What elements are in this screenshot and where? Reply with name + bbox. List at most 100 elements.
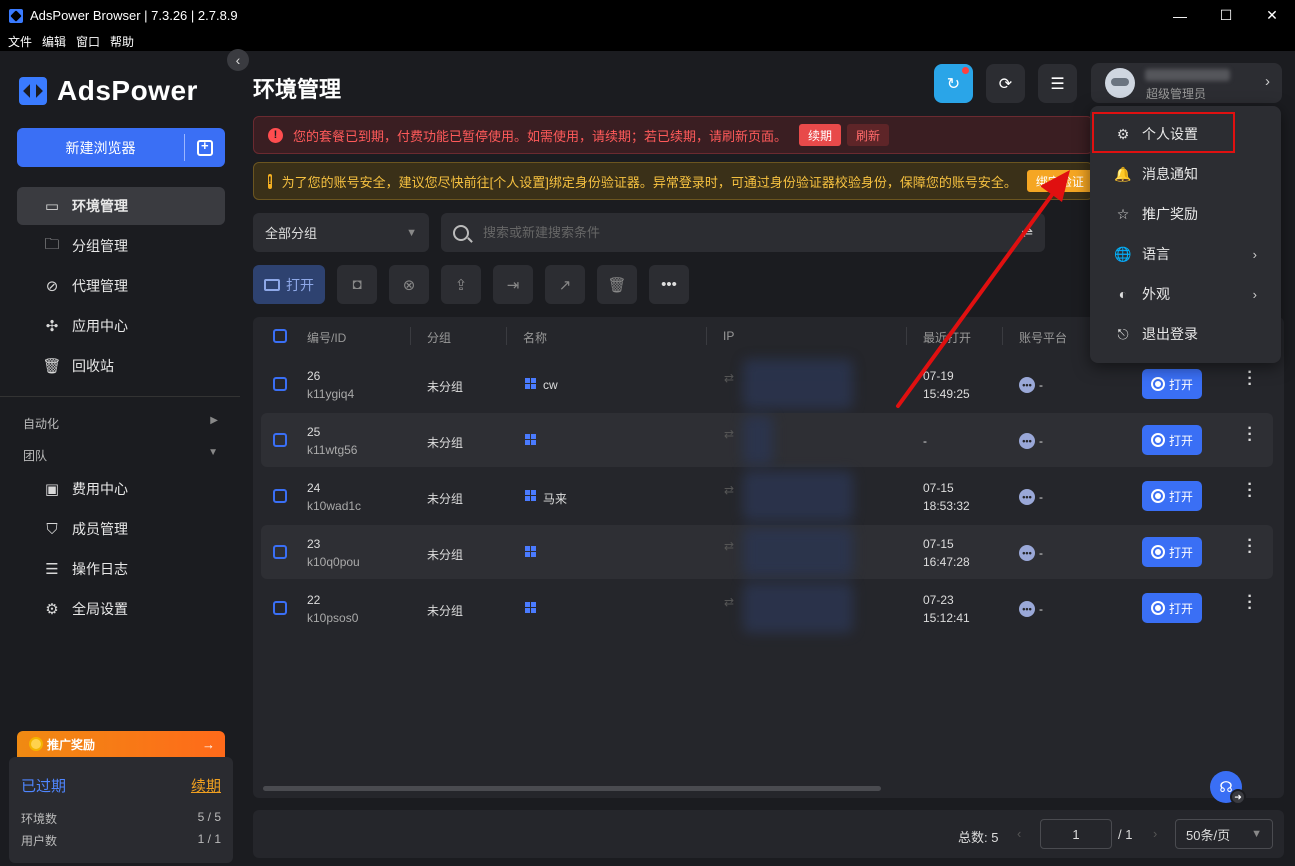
menu-edit[interactable]: 编辑 [42, 33, 66, 50]
export-button[interactable]: ⇪ [441, 265, 481, 304]
alert-refresh-button[interactable]: 刷新 [847, 124, 890, 146]
column-header-group[interactable]: 分组 [427, 329, 451, 346]
new-browser-button-group: 新建浏览器 [17, 128, 225, 167]
row-last-date: 07-23 [923, 593, 954, 607]
alert-renew-button[interactable]: 续期 [799, 124, 842, 146]
sidebar-item-proxy[interactable]: ⊘ 代理管理 [17, 267, 225, 305]
sidebar-section-automation[interactable]: 自动化 ▶ [23, 415, 218, 432]
open-browser-button[interactable]: 打开 [1142, 481, 1202, 511]
sidebar-item-groups[interactable]: 🗀 分组管理 [17, 227, 225, 265]
table-row[interactable]: 23 k10q0pou 未分组 ⇄ 07-15 16:47:28 ••• - 打… [261, 525, 1273, 579]
select-all-checkbox[interactable] [273, 329, 287, 343]
env-quota-label: 环境数 [21, 812, 58, 826]
batch-close-button[interactable]: ⊗ [389, 265, 429, 304]
open-browser-button[interactable]: 打开 [1142, 593, 1202, 623]
more-vertical-icon[interactable]: · · · [1245, 533, 1255, 561]
logout-icon: ⎋ [1117, 325, 1129, 342]
open-browser-button[interactable]: 打开 [1142, 537, 1202, 567]
platform-icon: ••• [1019, 377, 1035, 393]
task-list-button[interactable]: ☰ [1038, 64, 1077, 103]
row-platform: - [1039, 490, 1043, 504]
prev-page-button[interactable]: ‹ [1017, 826, 1021, 841]
annotation-highlight-box [1092, 112, 1235, 153]
row-checkbox[interactable] [273, 433, 287, 447]
table-row[interactable]: 24 k10wad1c 未分组 马来 ⇄ 07-15 18:53:32 ••• … [261, 469, 1273, 523]
sidebar-item-trash[interactable]: 🗑 回收站 [17, 347, 225, 385]
horizontal-scrollbar[interactable] [263, 786, 881, 791]
menu-window[interactable]: 窗口 [76, 33, 100, 50]
row-group: 未分组 [427, 380, 464, 394]
column-header-ip[interactable]: IP [723, 329, 734, 343]
adspower-logo-icon [19, 77, 47, 105]
import-button[interactable]: ⇥ [493, 265, 533, 304]
column-header-name[interactable]: 名称 [523, 329, 547, 346]
menu-item-logout[interactable]: ⎋ 退出登录 [1090, 315, 1281, 353]
next-page-button[interactable]: › [1153, 826, 1157, 841]
more-vertical-icon[interactable]: · · · [1245, 589, 1255, 617]
user-menu-trigger[interactable]: 超级管理员 › [1091, 63, 1282, 103]
sidebar-item-members[interactable]: ⛉ 成员管理 [17, 510, 225, 548]
page-input[interactable]: 1 [1040, 819, 1112, 849]
row-checkbox[interactable] [273, 601, 287, 615]
bind-authenticator-button[interactable]: 绑定验证 [1026, 170, 1092, 192]
row-number: 26 [307, 369, 321, 383]
swap-icon: ⇄ [724, 539, 735, 553]
table-row[interactable]: 25 k11wtg56 未分组 ⇄ - ••• - 打开 · · · [261, 413, 1273, 467]
open-browser-button[interactable]: 打开 [1142, 369, 1202, 399]
row-group: 未分组 [427, 492, 464, 506]
page-title: 环境管理 [253, 77, 342, 102]
window-titlebar: AdsPower Browser | 7.3.26 | 2.7.8.9 — ☐ … [0, 0, 1295, 31]
sidebar-item-env[interactable]: ▭ 环境管理 [17, 187, 225, 225]
search-input[interactable] [483, 225, 983, 240]
rpa-button[interactable]: ⟳ [986, 64, 1025, 103]
more-vertical-icon[interactable]: · · · [1245, 421, 1255, 449]
sidebar-section-team[interactable]: 团队 ▼ [23, 447, 218, 464]
more-vertical-icon[interactable]: · · · [1245, 477, 1255, 505]
plan-renew-link[interactable]: 续期 [191, 775, 221, 796]
column-header-platform[interactable]: 账号平台 [1019, 329, 1067, 346]
row-checkbox[interactable] [273, 377, 287, 391]
open-label: 打开 [1168, 545, 1193, 560]
minimize-button[interactable]: — [1157, 0, 1203, 31]
menu-help[interactable]: 帮助 [110, 33, 134, 50]
platform-icon: ••• [1019, 489, 1035, 505]
new-browser-button[interactable]: 新建浏览器 [17, 128, 184, 167]
close-button[interactable]: ✕ [1249, 0, 1295, 31]
column-header-last-open[interactable]: 最近打开 [923, 329, 971, 346]
batch-open-button[interactable]: 打开 [253, 265, 325, 304]
rpa-bot-button[interactable]: ◘ [337, 265, 377, 304]
more-vertical-icon[interactable]: · · · [1245, 365, 1255, 393]
maximize-button[interactable]: ☐ [1203, 0, 1249, 31]
chrome-icon [1150, 545, 1165, 559]
menu-item-notifications[interactable]: 🔔 消息通知 [1090, 155, 1281, 193]
row-group: 未分组 [427, 604, 464, 618]
menu-item-appearance[interactable]: ◐ 外观 › [1090, 275, 1281, 313]
group-select[interactable]: 全部分组 ▼ [253, 213, 429, 252]
expired-alert: ! 您的套餐已到期，付费功能已暂停使用。如需使用，请续期；若已续期，请刷新页面。… [253, 116, 1093, 154]
menu-file[interactable]: 文件 [8, 33, 32, 50]
sidebar-item-global-settings[interactable]: ⚙ 全局设置 [17, 590, 225, 628]
table-row[interactable]: 22 k10psos0 未分组 ⇄ 07-23 15:12:41 ••• - 打… [261, 581, 1273, 635]
promo-banner[interactable]: 推广奖励 → [17, 731, 225, 757]
filter-icon[interactable]: ⇌ [1021, 224, 1033, 241]
page-size-select[interactable]: 50条/页 ▼ [1175, 819, 1273, 849]
sync-app-button[interactable]: ↻ [934, 64, 973, 103]
sidebar-item-logs[interactable]: ☰ 操作日志 [17, 550, 225, 588]
menu-item-language[interactable]: 🌐 语言 › [1090, 235, 1281, 273]
table-row[interactable]: 26 k11ygiq4 未分组 cw ⇄ 07-19 15:49:25 ••• … [261, 357, 1273, 411]
menu-item-referral[interactable]: ☆ 推广奖励 [1090, 195, 1281, 233]
row-number: 23 [307, 537, 321, 551]
menu-item-label: 语言 [1142, 246, 1170, 262]
collapse-sidebar-button[interactable]: ‹ [227, 49, 249, 71]
delete-button[interactable]: 🗑 [597, 265, 637, 304]
open-browser-button[interactable]: 打开 [1142, 425, 1202, 455]
customer-support-button[interactable]: ☊ ➜ [1210, 771, 1246, 805]
row-checkbox[interactable] [273, 489, 287, 503]
more-actions-button[interactable]: ••• [649, 265, 689, 304]
row-checkbox[interactable] [273, 545, 287, 559]
column-header-id[interactable]: 编号/ID [307, 329, 346, 346]
share-button[interactable]: ↗ [545, 265, 585, 304]
quick-add-button[interactable] [185, 128, 225, 167]
sidebar-item-apps[interactable]: ✣ 应用中心 [17, 307, 225, 345]
sidebar-item-billing[interactable]: ▣ 费用中心 [17, 470, 225, 508]
